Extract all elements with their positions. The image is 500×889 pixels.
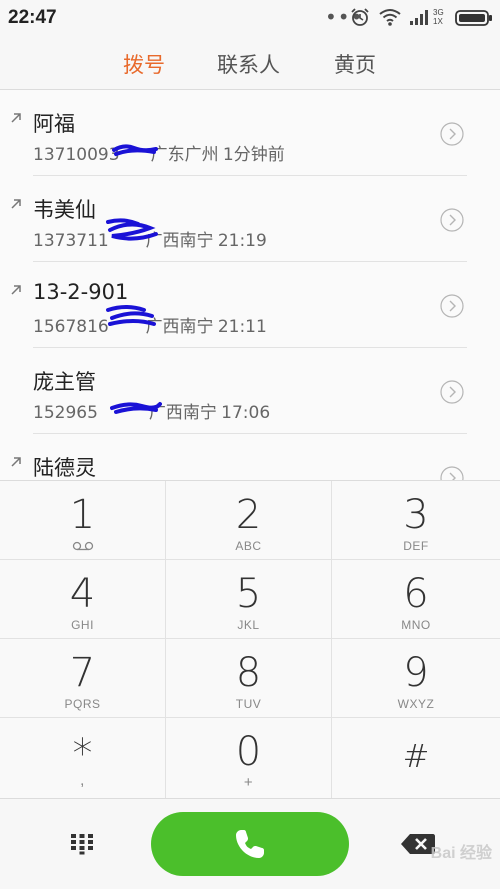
- key-digit: 5: [235, 571, 262, 617]
- key-2[interactable]: 2 ABC: [166, 481, 332, 560]
- key-letters: MNO: [401, 618, 431, 632]
- key-letters: JKL: [237, 618, 260, 632]
- call-details-chevron-icon[interactable]: [440, 122, 464, 146]
- tab-yellow-pages[interactable]: 黄页: [334, 49, 376, 79]
- contact-name: 陆德灵: [33, 456, 96, 480]
- key-letters: ,: [80, 772, 85, 789]
- alarm-icon: [351, 8, 369, 26]
- outgoing-call-icon: [11, 199, 21, 209]
- call-details-chevron-icon[interactable]: [440, 466, 464, 480]
- call-log-item[interactable]: 阿福 13710093 广东广州 1分钟前: [0, 90, 500, 176]
- key-digit: 9: [403, 650, 429, 696]
- call-time: 17:06: [221, 403, 271, 423]
- call-time: 1分钟前: [222, 145, 285, 165]
- key-4[interactable]: 4 GHI: [0, 560, 166, 639]
- call-details-chevron-icon[interactable]: [440, 208, 464, 232]
- key-digit: 3: [403, 492, 429, 538]
- network-type-bottom: 1X: [433, 17, 443, 26]
- tab-bar: 拨号 联系人 黄页: [0, 36, 500, 90]
- key-7[interactable]: 7 PQRS: [0, 639, 166, 718]
- phone-number: 13710093: [33, 145, 120, 165]
- call-detail: 1373711 广西南宁 21:19: [33, 226, 267, 251]
- call-details-chevron-icon[interactable]: [440, 294, 464, 318]
- call-details-chevron-icon[interactable]: [440, 380, 464, 404]
- call-detail: 152965 广西南宁 17:06: [33, 398, 270, 423]
- phone-number: 1567816: [33, 317, 109, 337]
- contact-name: 韦美仙: [33, 198, 96, 222]
- key-letters: TUV: [235, 697, 262, 711]
- call-log-item[interactable]: 庞主管 152965 广西南宁 17:06: [0, 348, 500, 434]
- key-letters: ABC: [235, 539, 262, 553]
- key-digit: *: [72, 731, 93, 777]
- tab-contacts[interactable]: 联系人: [217, 49, 280, 79]
- key-1[interactable]: 1: [0, 481, 166, 560]
- phone-icon: [236, 830, 264, 858]
- wifi-icon: [379, 9, 401, 26]
- call-log-item[interactable]: 13-2-901 1567816 广西南宁 21:11: [0, 262, 500, 348]
- signal-icon: [410, 10, 428, 25]
- key-6[interactable]: 6 MNO: [332, 560, 500, 639]
- call-location: 广西南宁: [145, 231, 214, 251]
- call-location: 广东广州: [150, 145, 219, 165]
- key-letters: WXYZ: [397, 697, 435, 711]
- key-5[interactable]: 5 JKL: [166, 560, 332, 639]
- redacted-digits: [109, 317, 146, 337]
- key-letters: PQRS: [64, 697, 101, 711]
- contact-name: 庞主管: [33, 370, 96, 394]
- key-digit: 7: [69, 650, 96, 696]
- network-type-top: 3G: [433, 8, 444, 17]
- outgoing-call-icon: [11, 457, 21, 467]
- contact-name: 阿福: [33, 112, 75, 136]
- key-8[interactable]: 8 TUV: [166, 639, 332, 718]
- key-digit: 1: [69, 492, 96, 538]
- contact-name: 13-2-901: [33, 280, 129, 304]
- key-3[interactable]: 3 DEF: [332, 481, 500, 560]
- key-digit: 2: [235, 492, 262, 538]
- key-0[interactable]: 0 +: [166, 718, 332, 799]
- dialer-action-bar: Bai 经验: [0, 798, 500, 889]
- call-time: 21:11: [217, 317, 267, 337]
- key-hash[interactable]: #: [332, 718, 500, 799]
- dial-keypad: 1 2 ABC 3 DEF 4 GHI 5 JKL 6 MNO 7 PQRS 8…: [0, 480, 500, 799]
- redacted-digits: [109, 231, 146, 251]
- call-detail: 1567816 广西南宁 21:11: [33, 312, 267, 337]
- status-bar: 22:47 ••• 3G 1X: [0, 0, 500, 36]
- call-log-list[interactable]: 阿福 13710093 广东广州 1分钟前 韦美仙 1373711 广西南宁 2…: [0, 90, 500, 480]
- outgoing-call-icon: [11, 285, 21, 295]
- key-digit: 4: [69, 571, 96, 617]
- voicemail-icon: [72, 541, 94, 551]
- key-letters: DEF: [403, 539, 429, 553]
- outgoing-call-icon: [11, 113, 21, 123]
- key-letters: +: [243, 774, 254, 791]
- watermark: Bai 经验: [430, 845, 492, 862]
- key-digit: 0: [235, 729, 262, 775]
- key-9[interactable]: 9 WXYZ: [332, 639, 500, 718]
- status-time: 22:47: [8, 7, 57, 28]
- call-location: 广西南宁: [145, 317, 214, 337]
- call-detail: 13710093 广东广州 1分钟前: [33, 140, 285, 165]
- phone-number: 152965: [33, 403, 98, 423]
- key-digit: 8: [235, 650, 262, 696]
- call-time: 21:19: [217, 231, 267, 251]
- call-button[interactable]: [151, 812, 349, 876]
- key-digit: #: [402, 737, 430, 775]
- keypad-toggle-icon[interactable]: [70, 833, 94, 855]
- phone-number: 1373711: [33, 231, 109, 251]
- key-star[interactable]: * ,: [0, 718, 166, 799]
- tab-dialer[interactable]: 拨号: [123, 49, 165, 79]
- call-location: 广西南宁: [148, 403, 217, 423]
- redacted-digits: [98, 403, 149, 423]
- call-log-item[interactable]: 韦美仙 1373711 广西南宁 21:19: [0, 176, 500, 262]
- key-digit: 6: [403, 571, 429, 617]
- key-letters: GHI: [71, 618, 94, 632]
- battery-icon: [455, 10, 492, 26]
- redacted-digits: [120, 145, 151, 165]
- call-log-item[interactable]: 陆德灵: [0, 434, 500, 480]
